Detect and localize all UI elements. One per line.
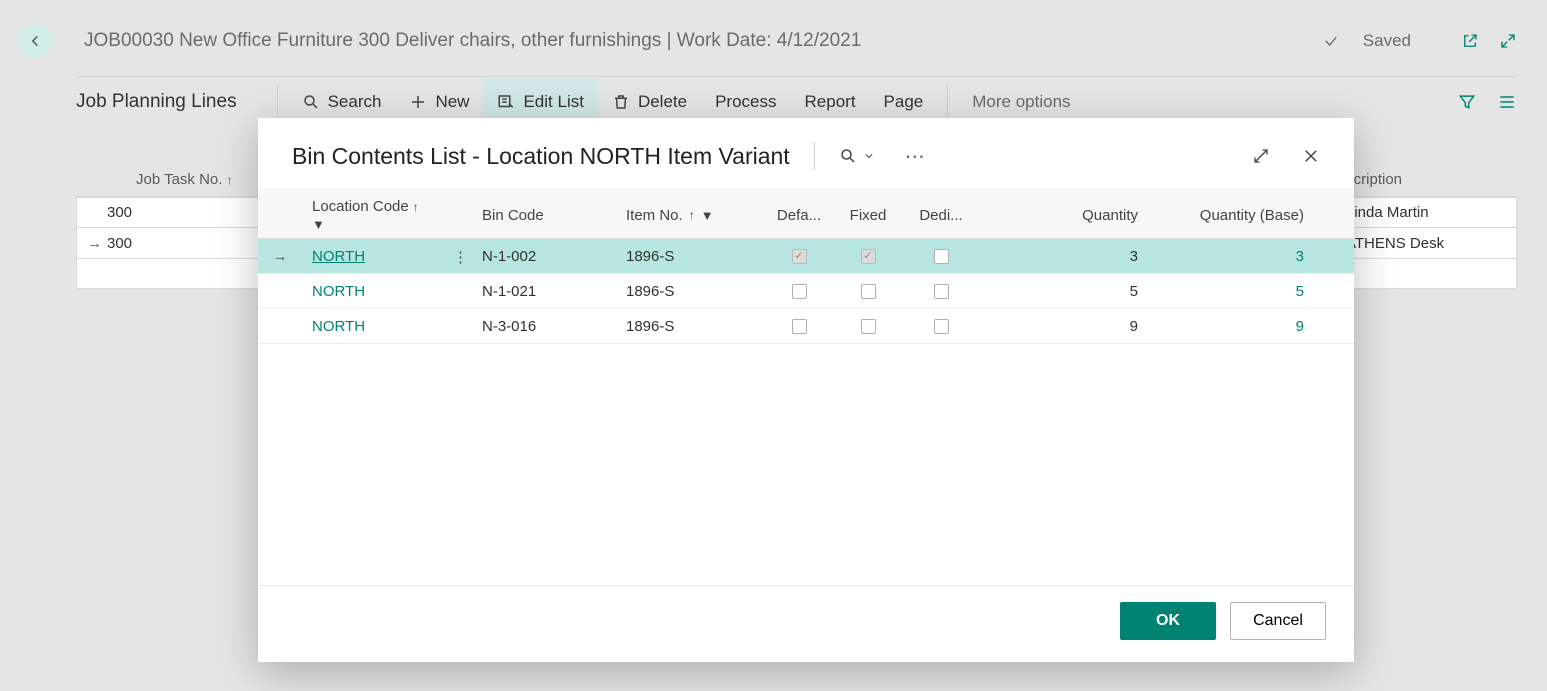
default-checkbox[interactable]: [792, 284, 807, 299]
default-checkbox[interactable]: [792, 249, 807, 264]
quantity-base-cell[interactable]: 3: [1148, 248, 1314, 265]
location-link[interactable]: NORTH: [312, 283, 365, 300]
bin-contents-modal: Bin Contents List - Location NORTH Item …: [258, 118, 1354, 662]
filter-icon[interactable]: ▼: [701, 208, 714, 223]
modal-more-actions[interactable]: ⋯: [905, 144, 925, 169]
item-no-cell: 1896-S: [616, 318, 766, 335]
section-title: Job Planning Lines: [76, 77, 267, 127]
modal-title: Bin Contents List - Location NORTH Item …: [292, 143, 790, 170]
dedicated-checkbox[interactable]: [934, 284, 949, 299]
quantity-cell: 3: [978, 248, 1148, 265]
bin-row[interactable]: → NORTH ⋮N-1-0021896-S 33: [258, 239, 1354, 274]
modal-grid-body: →NORTH⋮N-1-0021896-S33NORTHN-1-0211896-S…: [258, 239, 1354, 585]
delete-label: Delete: [638, 92, 687, 112]
bin-row[interactable]: NORTH N-3-0161896-S 99: [258, 309, 1354, 344]
divider: [814, 142, 815, 170]
quantity-base-cell[interactable]: 5: [1148, 283, 1314, 300]
cancel-button[interactable]: Cancel: [1230, 602, 1326, 640]
row-menu-icon[interactable]: ⋮: [453, 248, 468, 266]
edit-list-label: Edit List: [523, 92, 583, 112]
modal-header: Bin Contents List - Location NORTH Item …: [258, 118, 1354, 188]
bin-code-cell: N-1-002: [472, 248, 616, 265]
bin-row[interactable]: NORTH N-1-0211896-S 55: [258, 274, 1354, 309]
fixed-checkbox[interactable]: [861, 284, 876, 299]
column-header-quantity-base[interactable]: Quantity (Base): [1148, 198, 1314, 232]
sort-asc-icon: ↑: [689, 208, 695, 222]
plus-icon: [409, 93, 427, 111]
item-no-cell: 1896-S: [616, 283, 766, 300]
page-title: JOB00030 New Office Furniture 300 Delive…: [66, 30, 1309, 52]
quantity-base-cell[interactable]: 9: [1148, 318, 1314, 335]
desc-cell: Linda Martin: [1346, 204, 1506, 221]
collapse-icon[interactable]: [1499, 32, 1517, 50]
column-header-default[interactable]: Defa...: [766, 198, 832, 232]
fixed-checkbox[interactable]: [861, 319, 876, 334]
bin-code-cell: N-3-016: [472, 318, 616, 335]
column-header-fixed[interactable]: Fixed: [832, 198, 904, 232]
search-label: Search: [328, 92, 382, 112]
arrow-left-icon: [26, 32, 44, 50]
sort-asc-icon: ↑: [226, 173, 232, 187]
current-row-arrow-icon: →: [87, 235, 107, 252]
new-label: New: [435, 92, 469, 112]
search-icon: [302, 93, 320, 111]
modal-grid-header: Location Code↑ ▼ Bin Code Item No. ↑ ▼ D…: [258, 188, 1354, 239]
task-cell: 300: [107, 235, 257, 252]
location-link[interactable]: NORTH: [312, 248, 365, 265]
column-header-quantity[interactable]: Quantity: [978, 198, 1148, 232]
sort-asc-icon: ↑: [413, 200, 419, 214]
column-header-location[interactable]: Location Code↑ ▼: [302, 198, 472, 232]
bin-code-cell: N-1-021: [472, 283, 616, 300]
divider: [947, 85, 948, 119]
expand-icon[interactable]: [1252, 147, 1270, 165]
fixed-checkbox[interactable]: [861, 249, 876, 264]
app-header: JOB00030 New Office Furniture 300 Delive…: [0, 0, 1547, 68]
task-cell: 300: [107, 204, 257, 221]
back-button[interactable]: [18, 24, 52, 58]
dedicated-checkbox[interactable]: [934, 319, 949, 334]
desc-cell: ATHENS Desk: [1346, 235, 1506, 252]
popout-icon[interactable]: [1461, 32, 1479, 50]
search-icon: [839, 147, 857, 165]
quantity-cell: 5: [978, 283, 1148, 300]
edit-list-icon: [497, 93, 515, 111]
default-checkbox[interactable]: [792, 319, 807, 334]
item-no-cell: 1896-S: [616, 248, 766, 265]
column-header-bin[interactable]: Bin Code: [472, 198, 616, 232]
chevron-down-icon: [863, 150, 875, 162]
current-row-arrow-icon: →: [273, 248, 288, 265]
trash-icon: [612, 93, 630, 111]
divider: [277, 85, 278, 119]
modal-search-dropdown[interactable]: [839, 147, 875, 165]
modal-footer: OK Cancel: [258, 585, 1354, 662]
dedicated-checkbox[interactable]: [934, 249, 949, 264]
column-header-item[interactable]: Item No. ↑ ▼: [616, 198, 766, 232]
quantity-cell: 9: [978, 318, 1148, 335]
ok-button[interactable]: OK: [1120, 602, 1216, 640]
list-layout-icon[interactable]: [1497, 92, 1517, 112]
close-icon[interactable]: [1302, 147, 1320, 165]
saved-label: Saved: [1363, 31, 1411, 51]
check-icon: [1323, 33, 1339, 49]
column-header-dedicated[interactable]: Dedi...: [904, 198, 978, 232]
saved-status-area: Saved: [1323, 31, 1517, 51]
filter-pane-icon[interactable]: [1457, 92, 1477, 112]
filter-icon[interactable]: ▼: [312, 217, 325, 232]
location-link[interactable]: NORTH: [312, 318, 365, 335]
